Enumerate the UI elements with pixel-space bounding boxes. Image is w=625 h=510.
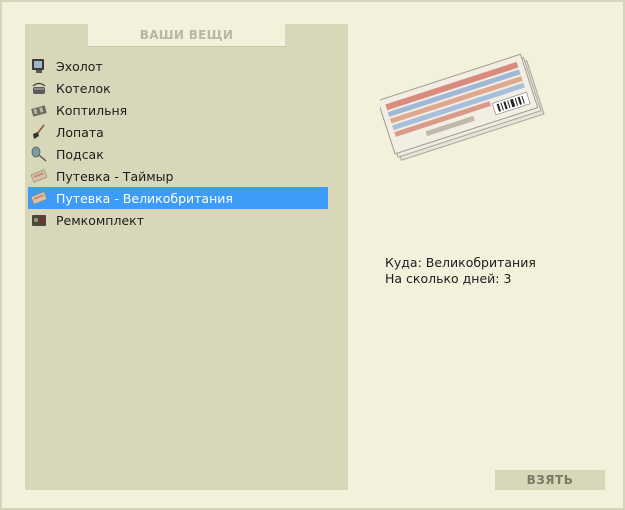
take-button[interactable]: ВЗЯТЬ [495, 470, 605, 490]
pot-icon [29, 78, 49, 98]
item-voucher-taimyr[interactable]: Путевка - Таймыр [28, 165, 328, 187]
smokehouse-icon [29, 100, 49, 120]
item-label: Путевка - Таймыр [56, 168, 174, 184]
item-voucher-great-britain[interactable]: Путевка - Великобритания [28, 187, 328, 209]
landing-net-icon [29, 144, 49, 164]
repair-kit-icon [29, 210, 49, 230]
echo-sounder-icon [29, 56, 49, 76]
item-pot[interactable]: Котелок [28, 77, 328, 99]
item-repair-kit[interactable]: Ремкомплект [28, 209, 328, 231]
shovel-icon [29, 122, 49, 142]
item-landing-net[interactable]: Подсак [28, 143, 328, 165]
inventory-header: ВАШИ ВЕЩИ [88, 24, 285, 47]
item-label: Лопата [56, 124, 104, 140]
item-label: Путевка - Великобритания [56, 190, 233, 206]
item-label: Коптильня [56, 102, 128, 118]
item-list: Эхолот Котелок Коптильня Лопата Подсак П… [28, 55, 328, 231]
item-preview-image [377, 42, 550, 172]
item-shovel[interactable]: Лопата [28, 121, 328, 143]
item-smokehouse[interactable]: Коптильня [28, 99, 328, 121]
item-details: Куда: Великобритания На сколько дней: 3 [385, 255, 536, 287]
inventory-window: ВАШИ ВЕЩИ Эхолот Котелок Коптильня Лопат… [0, 0, 625, 510]
item-label: Эхолот [56, 58, 103, 74]
destination-text: Куда: Великобритания [385, 255, 536, 270]
ticket-icon [29, 166, 49, 186]
item-label: Котелок [56, 80, 111, 96]
inventory-panel: ВАШИ ВЕЩИ Эхолот Котелок Коптильня Лопат… [25, 24, 348, 490]
days-text: На сколько дней: 3 [385, 271, 512, 286]
item-label: Ремкомплект [56, 212, 144, 228]
item-label: Подсак [56, 146, 104, 162]
ticket-icon [29, 188, 49, 208]
item-echo-sounder[interactable]: Эхолот [28, 55, 328, 77]
